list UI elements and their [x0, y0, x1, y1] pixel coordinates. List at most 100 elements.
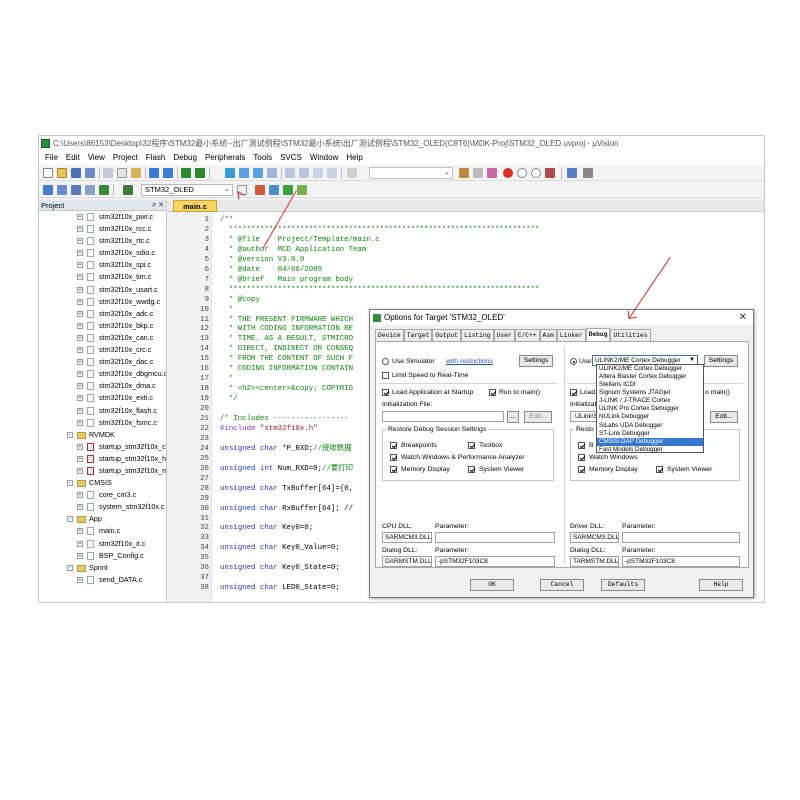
system-viewer-checkbox-right[interactable] [656, 466, 663, 473]
cpu-dll-input[interactable]: SARMCM3.DLL [382, 532, 432, 543]
tab-listing[interactable]: Listing [461, 329, 494, 341]
tree-folder[interactable]: − Sprint [39, 562, 166, 574]
tree-file[interactable]: + core_cm3.c [39, 489, 166, 501]
expand-icon[interactable]: + [77, 238, 83, 245]
incremental-find-icon[interactable] [473, 168, 483, 178]
tab-user[interactable]: User [493, 329, 515, 341]
tree-file[interactable]: + stm32f10x_crc.c [39, 344, 166, 356]
copy-icon[interactable] [117, 168, 127, 178]
dialog-parameter-input[interactable]: -pSTM32F103C8 [435, 556, 555, 567]
debugger-option[interactable]: SiLabs UDA Debugger [597, 422, 703, 430]
save-all-icon[interactable] [85, 168, 95, 178]
breakpoint-icon[interactable] [503, 168, 513, 178]
init-file-edit-button[interactable]: Edit... [524, 411, 552, 423]
tree-folder[interactable]: − RVMDK [39, 429, 166, 441]
expand-icon[interactable]: + [77, 455, 83, 462]
watch-windows-checkbox-right[interactable] [578, 454, 585, 461]
tree-file[interactable]: + send_DATA.c [39, 574, 166, 586]
expand-icon[interactable]: + [77, 274, 83, 281]
tab-utilities[interactable]: Utilities [610, 329, 651, 341]
disable-breakpoint-icon[interactable] [517, 168, 527, 178]
pack-installer-icon[interactable] [283, 185, 293, 195]
toolbox-checkbox[interactable] [468, 442, 475, 449]
run-time-env-icon[interactable] [297, 185, 307, 195]
collapse-icon[interactable]: − [67, 564, 73, 571]
use-debugger-radio[interactable] [570, 358, 577, 365]
tab-main-c[interactable]: main.c [173, 200, 217, 212]
tree-file[interactable]: + stm32f10x_sdio.c [39, 247, 166, 259]
find-icon[interactable] [459, 168, 469, 178]
expand-icon[interactable]: + [77, 214, 83, 220]
ok-button[interactable]: OK [470, 579, 514, 591]
tree-file[interactable]: + stm32f10x_usart.c [39, 284, 166, 296]
memory-display-checkbox[interactable] [390, 466, 397, 473]
translate-icon[interactable] [43, 185, 53, 195]
expand-icon[interactable]: + [77, 528, 83, 535]
menu-edit[interactable]: Edit [62, 151, 84, 165]
debugger-option[interactable]: Fast Models Debugger [597, 446, 703, 454]
nav-back-icon[interactable] [181, 168, 191, 178]
target-select[interactable]: STM32_OLED ⌄ [141, 184, 233, 196]
debug-session-icon[interactable] [487, 168, 497, 178]
tree-file[interactable]: + startup_stm32f10x_md.s [39, 465, 166, 477]
menu-help[interactable]: Help [342, 151, 366, 165]
comment-icon[interactable] [313, 168, 323, 178]
expand-icon[interactable]: + [77, 504, 83, 511]
tree-file[interactable]: + startup_stm32f10x_hd.s [39, 453, 166, 465]
expand-icon[interactable]: + [77, 262, 83, 269]
redo-icon[interactable] [163, 168, 173, 178]
expand-icon[interactable]: + [77, 443, 83, 450]
dialog-dll-input-right[interactable]: TARMSTM.DLL [570, 556, 619, 567]
tab-asm[interactable]: Asm [539, 329, 557, 341]
debugger-option[interactable]: Signum Systems JTAGjet [597, 389, 703, 397]
bookmark-icon[interactable] [225, 168, 235, 178]
tree-file[interactable]: + system_stm32f10x.c [39, 501, 166, 513]
collapse-icon[interactable]: − [67, 431, 73, 438]
expand-icon[interactable]: + [77, 226, 83, 233]
menu-view[interactable]: View [84, 151, 109, 165]
menu-file[interactable]: File [41, 151, 62, 165]
driver-parameter-input[interactable] [622, 532, 740, 543]
tree-file[interactable]: + stm32f10x_it.c [39, 538, 166, 550]
use-simulator-radio[interactable] [382, 358, 389, 365]
menu-svcs[interactable]: SVCS [276, 151, 306, 165]
debugger-option[interactable]: Stellaris ICDI [597, 381, 703, 389]
memory-display-checkbox-right[interactable] [578, 466, 585, 473]
tab-linker[interactable]: Linker [556, 329, 586, 341]
tab-target[interactable]: Target [403, 329, 433, 341]
save-icon[interactable] [71, 168, 81, 178]
tree-file[interactable]: + stm32f10x_dma.c [39, 380, 166, 392]
dialog-dll-input[interactable]: DARMSTM.DLL [382, 556, 432, 567]
debugger-option[interactable]: Altera Blaster Cortex Debugger [597, 373, 703, 381]
expand-icon[interactable]: + [77, 286, 83, 293]
cpu-parameter-input[interactable] [435, 532, 555, 543]
debugger-dropdown-list[interactable]: ULINK2/ME Cortex Debugger Altera Blaster … [596, 364, 704, 453]
nav-forward-icon[interactable] [195, 168, 205, 178]
load-application-checkbox-right[interactable] [570, 389, 577, 396]
expand-icon[interactable]: + [77, 371, 83, 378]
batch-build-icon[interactable] [85, 185, 95, 195]
tree-folder[interactable]: − App [39, 513, 166, 525]
expand-icon[interactable]: + [77, 322, 83, 329]
configure-icon[interactable] [583, 168, 593, 178]
tree-file[interactable]: + stm32f10x_dac.c [39, 356, 166, 368]
debugger-option[interactable]: ST-Link Debugger [597, 430, 703, 438]
tree-file[interactable]: + stm32f10x_adc.c [39, 308, 166, 320]
manage-components-icon[interactable] [255, 185, 265, 195]
window-layout-icon[interactable] [567, 168, 577, 178]
expand-icon[interactable]: + [77, 467, 83, 474]
tree-file[interactable]: + stm32f10x_tim.c [39, 271, 166, 283]
next-bookmark-icon[interactable] [253, 168, 263, 178]
tree-file[interactable]: + startup_stm32f10x_cl.s [39, 441, 166, 453]
debugger-option[interactable]: ULINK Pro Cortex Debugger [597, 405, 703, 413]
menu-project[interactable]: Project [109, 151, 142, 165]
tree-file[interactable]: + BSP_Config.c [39, 550, 166, 562]
debugger-option[interactable]: CMSIS-DAP Debugger [597, 437, 703, 446]
expand-icon[interactable]: + [77, 419, 83, 426]
with-restrictions-link[interactable]: with restrictions [446, 357, 493, 366]
tree-file[interactable]: + stm32f10x_exti.c [39, 392, 166, 404]
close-icon[interactable]: ✕ [158, 200, 164, 211]
tree-file[interactable]: + stm32f10x_fsmc.c [39, 417, 166, 429]
expand-icon[interactable]: + [77, 576, 83, 583]
menu-flash[interactable]: Flash [142, 151, 170, 165]
